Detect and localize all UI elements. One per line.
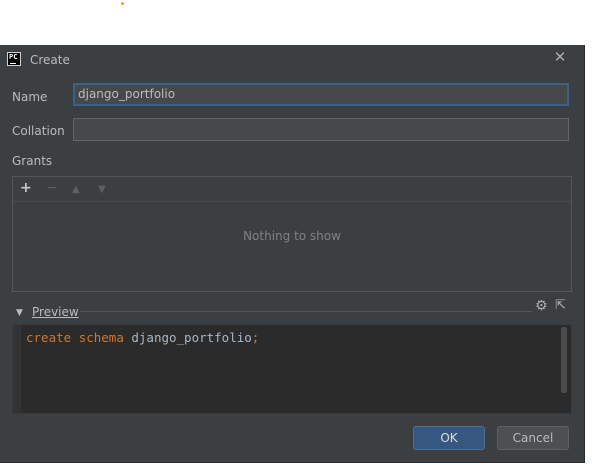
collation-label: Collation [12,124,65,138]
preview-divider [80,311,532,312]
minus-icon[interactable]: − [46,180,58,196]
close-icon[interactable]: ✕ [553,50,567,65]
collapse-arrow-icon[interactable]: ▼ [16,308,23,318]
move-up-icon[interactable]: ▲ [72,182,80,198]
pycharm-app-icon: PC [7,52,21,66]
cancel-button[interactable]: Cancel [497,426,569,450]
sql-keyword-create: create [26,330,72,345]
sql-terminator: ; [251,330,260,345]
name-label: Name [12,90,48,104]
dialog-title: Create [30,53,70,67]
grants-label: Grants [12,154,53,168]
editor-gutter [13,325,21,413]
sql-keyword-schema: schema [78,330,124,345]
grants-toolbar: + − ▲ ▼ [13,177,571,202]
preview-toggle[interactable]: Preview [32,305,79,319]
sql-preview-editor[interactable]: create schema django_portfolio; [12,324,572,414]
move-down-icon[interactable]: ▼ [98,182,106,198]
empty-state-text: Nothing to show [243,229,341,243]
dialog-titlebar: PC Create ✕ [0,45,584,73]
create-schema-dialog: PC Create ✕ Name django_portfolio Collat… [0,45,585,463]
popout-icon[interactable]: ⇱ [555,298,566,313]
grants-table: + − ▲ ▼ Nothing to show [12,176,572,292]
status-dot [121,2,124,5]
sql-code-line: create schema django_portfolio; [26,330,259,345]
ok-button[interactable]: OK [413,426,485,450]
sql-identifier: django_portfolio [131,330,252,345]
gear-icon[interactable]: ⚙ [535,298,548,314]
editor-scrollbar[interactable] [561,327,567,393]
name-field[interactable]: django_portfolio [73,83,569,106]
collation-field[interactable] [73,118,569,141]
plus-icon[interactable]: + [20,180,32,196]
